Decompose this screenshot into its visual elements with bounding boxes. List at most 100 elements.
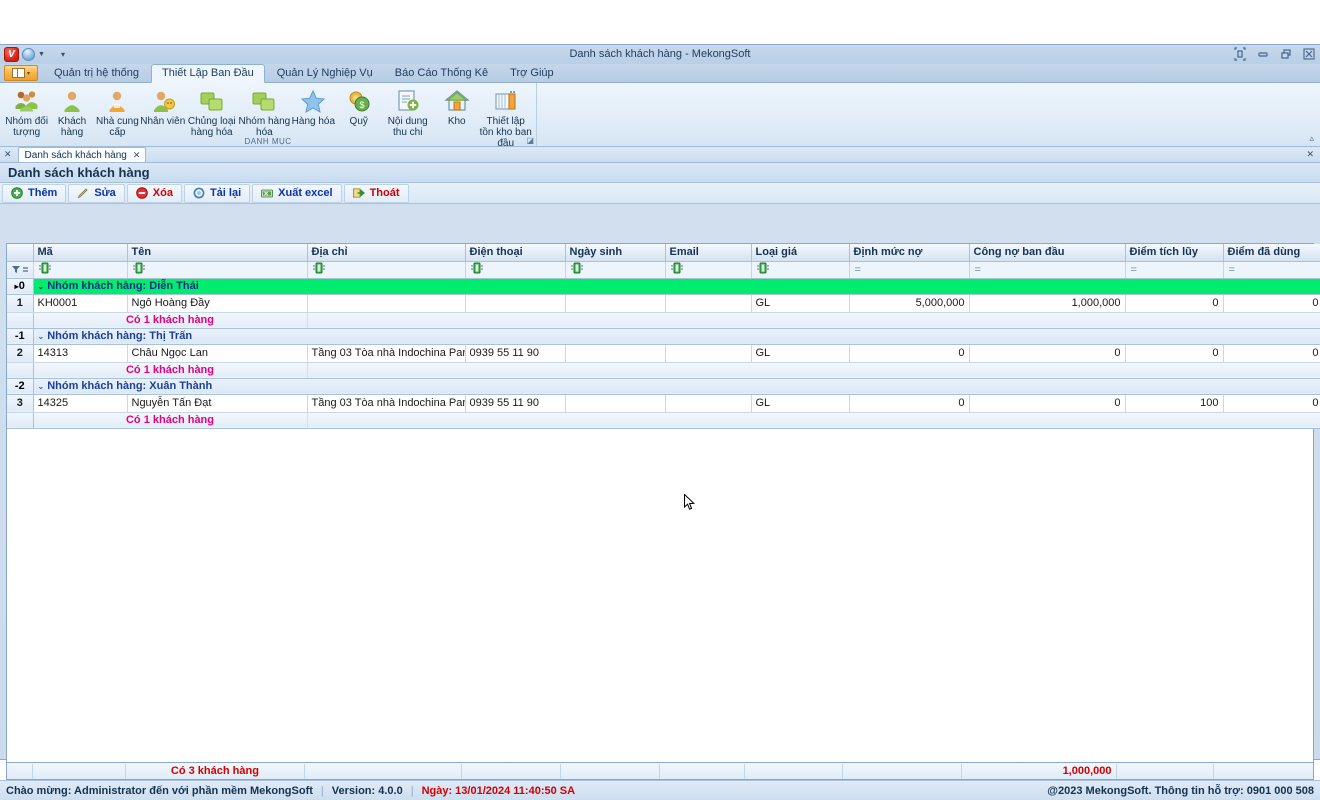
cell-email[interactable]	[665, 394, 751, 412]
column-header-loai-gia[interactable]: Loại giá	[751, 244, 849, 261]
column-header-dien-thoai[interactable]: Điện thoại	[465, 244, 565, 261]
ribbon-item-kho[interactable]: Kho	[434, 86, 479, 127]
cell-ma[interactable]: 14325	[33, 394, 127, 412]
tab-thiet-lap-ban-dau[interactable]: Thiết Lập Ban Đầu	[151, 64, 265, 83]
ribbon-item-nhom-doi-tuong[interactable]: Nhóm đối tượng	[4, 86, 49, 138]
reload-button[interactable]: Tải lại	[184, 184, 250, 203]
column-header-diem-da-dung[interactable]: Điểm đã dùng	[1223, 244, 1320, 261]
close-all-tabs-icon[interactable]: ✕	[4, 149, 12, 160]
cell-loai-gia[interactable]: GL	[751, 394, 849, 412]
mdi-tab-danh-sach-khach-hang[interactable]: Danh sách khách hàng ✕	[18, 147, 147, 162]
cell-ten[interactable]: Châu Ngọc Lan	[127, 344, 307, 362]
filter-cell-cong-no-ban-dau[interactable]: =	[969, 261, 1125, 278]
cell-dien-thoai[interactable]	[465, 294, 565, 312]
ribbon-item-khach-hang[interactable]: Khách hàng	[49, 86, 94, 138]
cell-dinh-muc-no[interactable]: 5,000,000	[849, 294, 969, 312]
chevron-down-icon[interactable]: ⌄	[38, 332, 45, 341]
group-row-label-cell[interactable]: ⌄Nhóm khách hàng: Xuân Thành	[33, 378, 1320, 394]
filter-cell-loai-gia[interactable]	[751, 261, 849, 278]
table-row[interactable]: 2 14313 Châu Ngọc Lan Tầng 03 Tòa nhà In…	[7, 344, 1320, 362]
cell-diem-tich-luy[interactable]: 0	[1125, 294, 1223, 312]
filter-cell-dinh-muc-no[interactable]: =	[849, 261, 969, 278]
filter-cell-email[interactable]	[665, 261, 751, 278]
column-header-dinh-muc-no[interactable]: Định mức nợ	[849, 244, 969, 261]
table-row[interactable]: 1 KH0001 Ngô Hoàng Đầy GL 5,000,000 1,00…	[7, 294, 1320, 312]
group-row[interactable]: ▸0 ⌄Nhóm khách hàng: Diễn Thái	[7, 278, 1320, 294]
filter-row-indicator[interactable]	[7, 261, 33, 278]
cell-dia-chi[interactable]: Tầng 03 Tòa nhà Indochina Park ...	[307, 344, 465, 362]
cell-dien-thoai[interactable]: 0939 55 11 90	[465, 344, 565, 362]
filter-cell-ma[interactable]	[33, 261, 127, 278]
restore-icon[interactable]	[1279, 47, 1293, 61]
close-icon[interactable]	[1302, 47, 1316, 61]
export-excel-button[interactable]: Xuất excel	[252, 184, 341, 203]
restore-layout-icon[interactable]	[1233, 47, 1247, 61]
column-header-email[interactable]: Email	[665, 244, 751, 261]
ribbon-item-quy[interactable]: $ Quỹ	[336, 86, 381, 127]
group-row[interactable]: -1 ⌄Nhóm khách hàng: Thị Trấn	[7, 328, 1320, 344]
cell-ngay-sinh[interactable]	[565, 394, 665, 412]
group-row[interactable]: -2 ⌄Nhóm khách hàng: Xuân Thành	[7, 378, 1320, 394]
cell-dia-chi[interactable]: Tầng 03 Tòa nhà Indochina Park ...	[307, 394, 465, 412]
chevron-down-icon[interactable]: ⌄	[38, 382, 45, 391]
ribbon-item-noi-dung-thu-chi[interactable]: Nội dung thu chi	[381, 86, 434, 138]
cell-diem-da-dung[interactable]: 0	[1223, 294, 1320, 312]
ribbon-collapse-icon[interactable]: ▵	[1309, 133, 1314, 144]
chevron-down-icon[interactable]: ⌄	[38, 282, 45, 291]
tab-tro-giup[interactable]: Trợ Giúp	[500, 65, 563, 82]
ribbon-item-nhan-vien[interactable]: Nhân viên	[140, 86, 185, 127]
cell-dien-thoai[interactable]: 0939 55 11 90	[465, 394, 565, 412]
ribbon-item-chung-loai-hang-hoa[interactable]: Chủng loại hàng hóa	[185, 86, 238, 138]
ribbon-item-nha-cung-cap[interactable]: Nhà cung cấp	[95, 86, 140, 138]
column-header-dia-chi[interactable]: Địa chỉ	[307, 244, 465, 261]
group-row-label-cell[interactable]: ⌄Nhóm khách hàng: Diễn Thái	[33, 278, 1320, 294]
close-icon[interactable]: ✕	[133, 150, 141, 161]
minimize-icon[interactable]	[1256, 47, 1270, 61]
tab-quan-tri-he-thong[interactable]: Quản trị hệ thống	[44, 65, 149, 82]
cell-dinh-muc-no[interactable]: 0	[849, 344, 969, 362]
filter-cell-dia-chi[interactable]	[307, 261, 465, 278]
application-menu-button[interactable]: ▾	[4, 65, 38, 81]
cell-diem-tich-luy[interactable]: 100	[1125, 394, 1223, 412]
column-header-ngay-sinh[interactable]: Ngày sinh	[565, 244, 665, 261]
ribbon-item-hang-hoa[interactable]: Hàng hóa	[291, 86, 336, 127]
cell-loai-gia[interactable]: GL	[751, 294, 849, 312]
cell-cong-no-ban-dau[interactable]: 0	[969, 394, 1125, 412]
cell-ten[interactable]: Nguyễn Tấn Đạt	[127, 394, 307, 412]
delete-button[interactable]: Xóa	[127, 184, 182, 203]
filter-cell-diem-da-dung[interactable]: =	[1223, 261, 1320, 278]
cell-cong-no-ban-dau[interactable]: 0	[969, 344, 1125, 362]
group-row-label-cell[interactable]: ⌄Nhóm khách hàng: Thị Trấn	[33, 328, 1320, 344]
cell-email[interactable]	[665, 344, 751, 362]
filter-cell-ngay-sinh[interactable]	[565, 261, 665, 278]
add-button[interactable]: Thêm	[2, 184, 66, 203]
column-header-cong-no-ban-dau[interactable]: Công nợ ban đầu	[969, 244, 1125, 261]
cell-diem-da-dung[interactable]: 0	[1223, 394, 1320, 412]
cell-diem-da-dung[interactable]: 0	[1223, 344, 1320, 362]
filter-cell-diem-tich-luy[interactable]: =	[1125, 261, 1223, 278]
cell-ngay-sinh[interactable]	[565, 294, 665, 312]
tab-bao-cao-thong-ke[interactable]: Báo Cáo Thống Kê	[385, 65, 498, 82]
cell-ngay-sinh[interactable]	[565, 344, 665, 362]
column-header-ten[interactable]: Tên	[127, 244, 307, 261]
cell-diem-tich-luy[interactable]: 0	[1125, 344, 1223, 362]
cell-dinh-muc-no[interactable]: 0	[849, 394, 969, 412]
filter-cell-ten[interactable]	[127, 261, 307, 278]
filter-cell-dien-thoai[interactable]	[465, 261, 565, 278]
cell-email[interactable]	[665, 294, 751, 312]
dialog-launcher-icon[interactable]: ◪	[526, 136, 534, 145]
exit-button[interactable]: Thoát	[344, 184, 409, 203]
cell-ma[interactable]: KH0001	[33, 294, 127, 312]
cell-loai-gia[interactable]: GL	[751, 344, 849, 362]
cell-ma[interactable]: 14313	[33, 344, 127, 362]
cell-cong-no-ban-dau[interactable]: 1,000,000	[969, 294, 1125, 312]
cell-dia-chi[interactable]	[307, 294, 465, 312]
close-window-icon[interactable]: ✕	[1306, 149, 1314, 160]
column-header-ma[interactable]: Mã	[33, 244, 127, 261]
edit-button[interactable]: Sửa	[68, 184, 124, 203]
ribbon-item-nhom-hang-hoa[interactable]: Nhóm hàng hóa	[238, 86, 291, 138]
cell-ten[interactable]: Ngô Hoàng Đầy	[127, 294, 307, 312]
table-row[interactable]: 3 14325 Nguyễn Tấn Đạt Tầng 03 Tòa nhà I…	[7, 394, 1320, 412]
tab-quan-ly-nghiep-vu[interactable]: Quản Lý Nghiệp Vụ	[267, 65, 383, 82]
column-header-diem-tich-luy[interactable]: Điểm tích lũy	[1125, 244, 1223, 261]
